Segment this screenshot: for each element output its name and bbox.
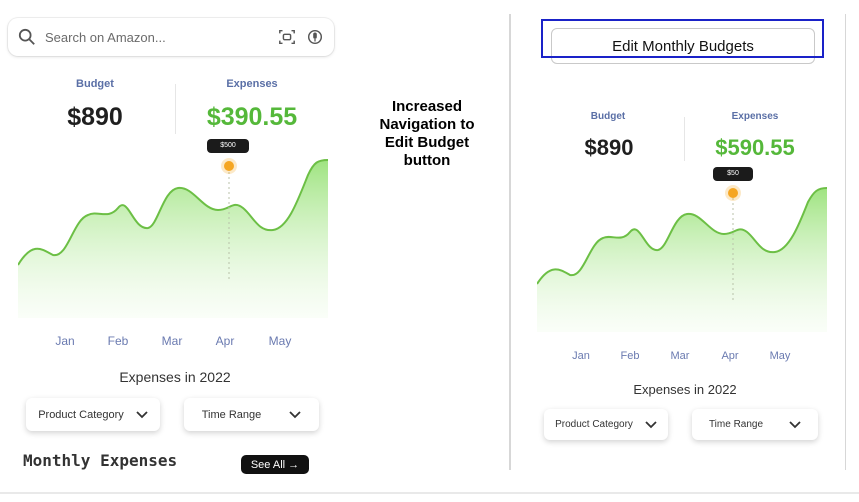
chart-point-marker[interactable] (728, 188, 738, 198)
chart-area-fill (18, 160, 328, 318)
dropdown-label: Time Range (708, 419, 764, 430)
month-label: Mar (670, 350, 690, 362)
chart-caption: Expenses in 2022 (119, 369, 231, 385)
dropdown-label: Time Range (201, 408, 262, 421)
month-label: Feb (107, 334, 129, 348)
bottom-divider (0, 492, 859, 494)
expenses-label: Expenses (731, 111, 779, 122)
expenses-value: $390.55 (206, 103, 298, 131)
camera-scan-icon[interactable] (278, 28, 296, 46)
time-range-dropdown[interactable]: Time Range (184, 398, 319, 431)
search-icon (18, 28, 35, 45)
budget-label: Budget (76, 78, 114, 90)
product-category-dropdown[interactable]: Product Category (544, 409, 668, 440)
stats-divider (684, 117, 685, 161)
expenses-area-chart (18, 159, 328, 318)
stats-divider (175, 84, 176, 134)
panel-separator (509, 14, 511, 470)
expenses-area-chart (537, 187, 827, 332)
annotation-line: Increased (391, 98, 463, 115)
dropdown-label: Product Category (555, 419, 633, 430)
budget-label: Budget (590, 111, 626, 122)
expenses-value: $590.55 (715, 135, 795, 160)
microphone-icon[interactable] (306, 28, 324, 46)
time-range-dropdown[interactable]: Time Range (692, 409, 818, 440)
monthly-expenses-heading: Monthly Expenses (23, 451, 178, 470)
month-label: Feb (620, 350, 640, 362)
panel-separator (845, 14, 846, 470)
month-label: Jan (572, 350, 590, 362)
dropdown-label: Product Category (38, 408, 124, 421)
chart-caption: Expenses in 2022 (633, 382, 737, 397)
chart-tooltip: $50 (713, 167, 753, 181)
annotation-line: Edit Budget (384, 134, 470, 151)
chevron-down-icon (789, 420, 801, 428)
month-label: Mar (161, 334, 183, 348)
highlight-box (541, 19, 824, 58)
budget-value: $890 (67, 103, 123, 131)
chevron-down-icon (645, 420, 657, 428)
chart-point-marker[interactable] (224, 161, 234, 171)
search-bar[interactable]: Search on Amazon... (8, 18, 334, 56)
month-label: Apr (215, 334, 235, 348)
expenses-label: Expenses (226, 78, 278, 90)
month-label: Jan (55, 334, 75, 348)
month-label: Apr (721, 350, 739, 362)
month-label: May (268, 334, 292, 348)
annotation-line: Navigation to (379, 116, 475, 133)
see-all-button[interactable]: See All → (241, 455, 309, 474)
chart-tooltip: $500 (207, 139, 249, 153)
search-input[interactable]: Search on Amazon... (45, 30, 278, 45)
budget-value: $890 (584, 135, 634, 160)
chevron-down-icon (136, 410, 148, 418)
product-category-dropdown[interactable]: Product Category (26, 398, 160, 431)
annotation-note: Increased Navigation to Edit Budget butt… (366, 98, 488, 170)
annotation-line: button (403, 152, 451, 169)
month-label: May (769, 350, 791, 362)
chart-area-fill (537, 188, 827, 332)
chevron-down-icon (289, 410, 301, 418)
